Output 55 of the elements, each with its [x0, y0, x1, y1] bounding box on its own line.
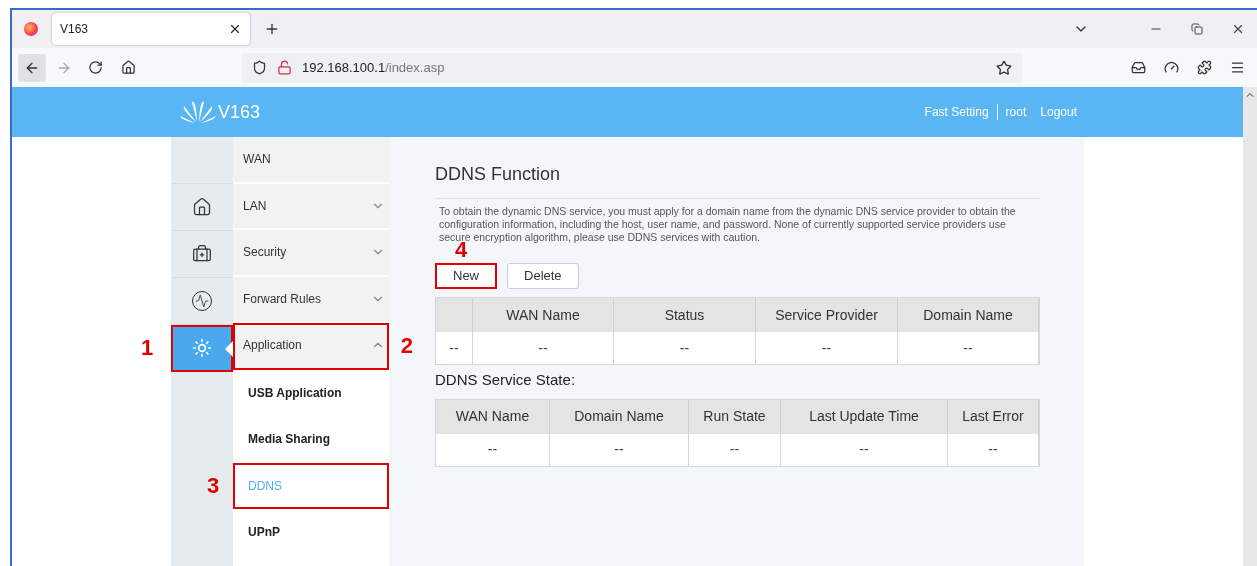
- table-cell: --: [473, 332, 614, 364]
- column-header: WAN Name: [436, 399, 550, 434]
- table-cell: --: [756, 332, 898, 364]
- menu-icon[interactable]: [1230, 60, 1245, 75]
- browser-tab[interactable]: V163: [52, 13, 250, 45]
- shield-icon: [252, 60, 267, 75]
- brand-name: V163: [218, 100, 261, 124]
- table-cell: --: [781, 433, 948, 466]
- new-tab-icon[interactable]: [264, 21, 280, 37]
- insecure-lock-icon: [277, 60, 292, 75]
- table-cell: --: [550, 433, 689, 466]
- column-header: Last Error: [948, 399, 1039, 434]
- column-header: Run State: [689, 399, 781, 434]
- reload-icon[interactable]: [88, 60, 103, 75]
- close-icon[interactable]: [228, 22, 242, 36]
- column-header: Last Update Time: [781, 399, 948, 434]
- column-header: Domain Name: [898, 298, 1039, 332]
- pocket-icon[interactable]: [1131, 60, 1146, 75]
- settings-icon: [192, 338, 212, 358]
- back-button[interactable]: [18, 53, 46, 82]
- url-text: 192.168.100.1/index.asp: [302, 58, 446, 77]
- table-cell: --: [436, 433, 550, 466]
- column-header: Status: [614, 298, 756, 332]
- action-button[interactable]: Delete: [507, 263, 579, 289]
- close-window-icon[interactable]: [1231, 22, 1245, 36]
- column-header: Domain Name: [550, 399, 689, 434]
- firefox-logo-icon: [24, 22, 38, 36]
- table-cell: --: [614, 332, 756, 364]
- description-text: To obtain the dynamic DNS service, you must apply for a domain name from the dynamic DNS service provider to obtain the configuration information, including the host, user name, and password. None of currently supported service providers use secure encryption algorithm, please use DDNS services with caution.: [438, 205, 1017, 243]
- table-cell: --: [436, 332, 473, 364]
- page-title: DDNS Function: [435, 161, 1040, 199]
- bookmark-star-icon[interactable]: [996, 59, 1012, 76]
- menu-item[interactable]: WAN: [233, 137, 389, 184]
- address-bar[interactable]: 192.168.100.1/index.asp: [242, 52, 1022, 83]
- menu-item[interactable]: Security: [233, 230, 389, 277]
- home-icon[interactable]: [121, 60, 136, 75]
- column-header: Service Provider: [756, 298, 898, 332]
- callout-number: 1: [141, 337, 154, 359]
- menu-item[interactable]: Forward Rules: [233, 276, 389, 323]
- section-title: DDNS Service State:: [435, 370, 577, 390]
- menu-item[interactable]: Application: [233, 323, 389, 370]
- table-cell: --: [689, 433, 781, 466]
- table-cell: --: [948, 433, 1039, 466]
- home-icon: [192, 197, 212, 217]
- column-header: WAN Name: [473, 298, 614, 332]
- extensions-icon[interactable]: [1197, 60, 1212, 75]
- restore-icon[interactable]: [1191, 23, 1203, 35]
- medical-kit-icon: [192, 244, 212, 264]
- callout-number: 3: [207, 474, 220, 497]
- scrollbar[interactable]: [1243, 87, 1257, 566]
- menu-item[interactable]: LAN: [233, 183, 389, 230]
- gauge-icon[interactable]: [1164, 60, 1179, 75]
- flower-logo-icon: [180, 100, 216, 124]
- table-cell: --: [898, 332, 1039, 364]
- callout-number: 2: [400, 335, 413, 357]
